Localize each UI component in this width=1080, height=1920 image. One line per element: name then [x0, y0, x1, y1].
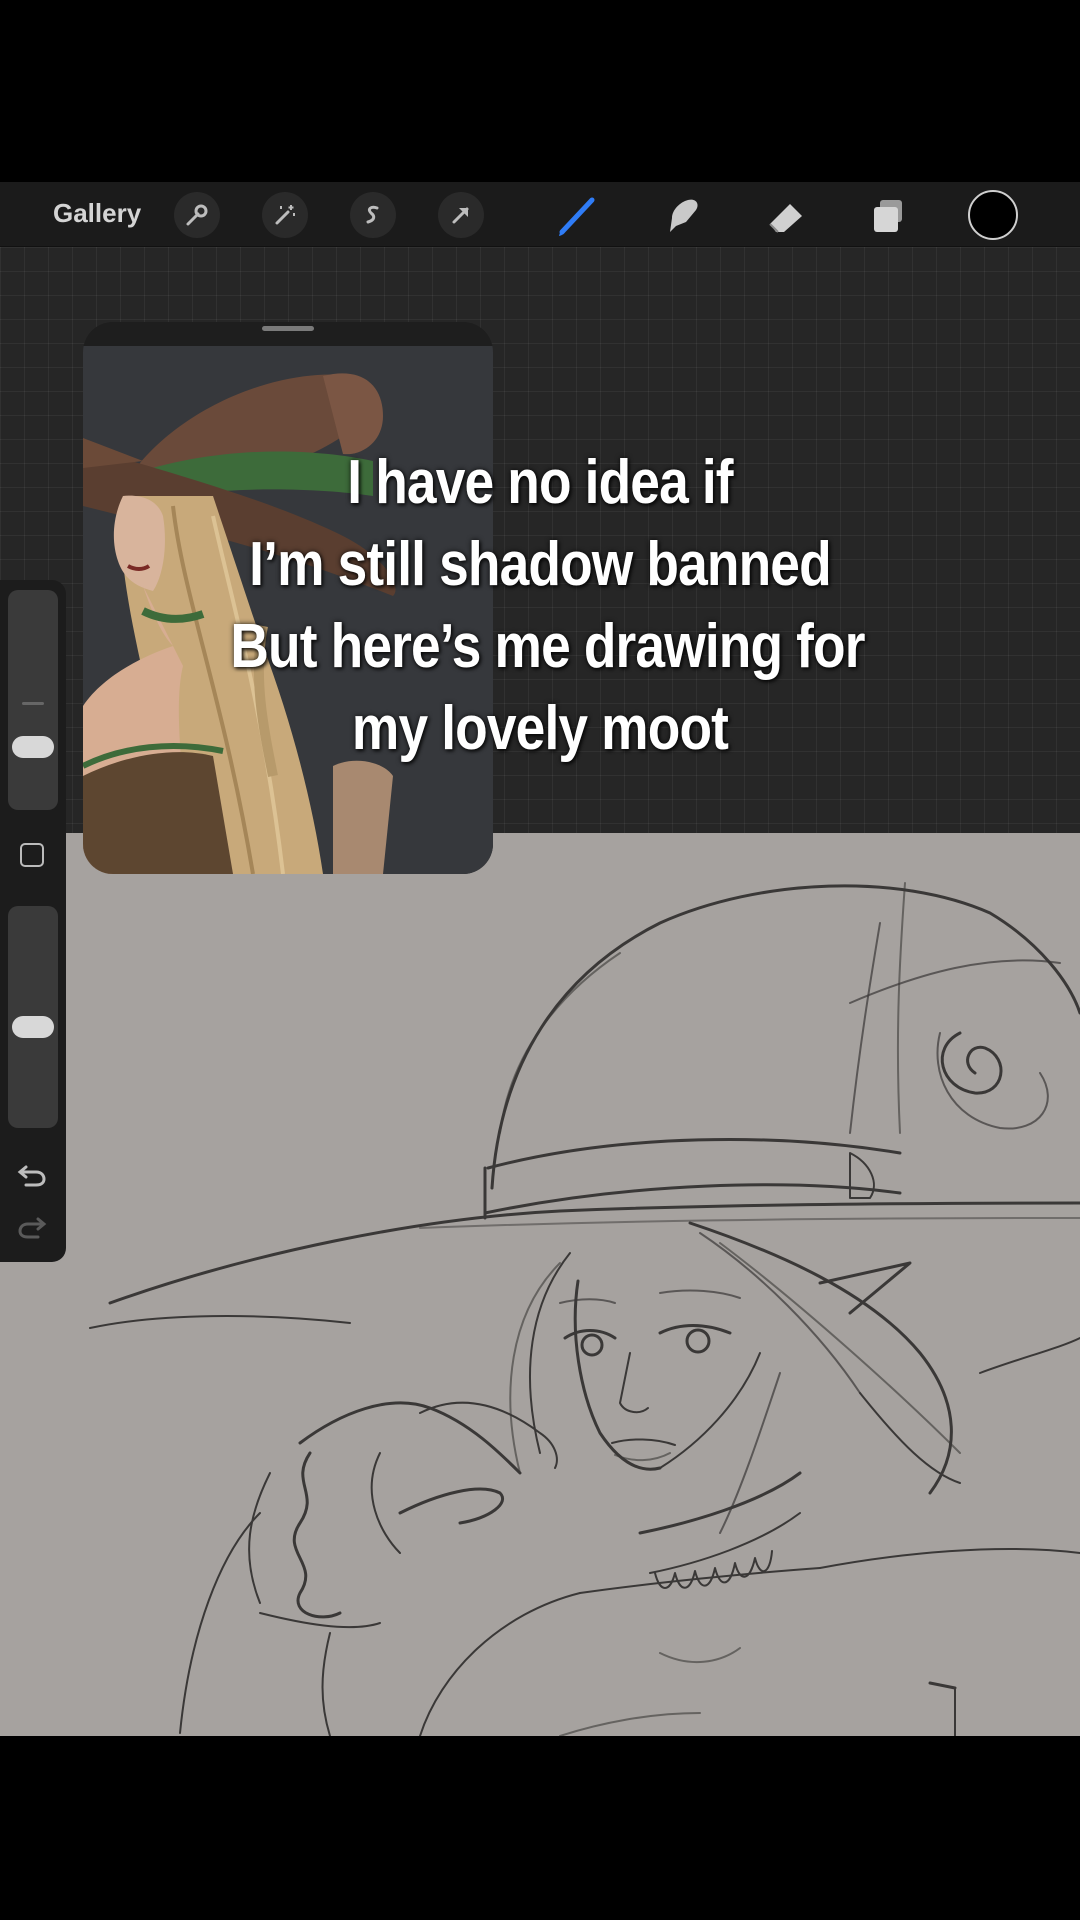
- adjustments-button[interactable]: [262, 192, 308, 238]
- letterbox-top: [0, 0, 1080, 182]
- undo-icon[interactable]: [16, 1158, 48, 1190]
- top-toolbar: Gallery: [0, 182, 1080, 247]
- video-caption: I have no idea if I’m still shadow banne…: [230, 442, 865, 770]
- opacity-slider[interactable]: [8, 906, 58, 1128]
- brush-size-thumb[interactable]: [12, 736, 54, 758]
- transform-button[interactable]: [438, 192, 484, 238]
- brush-tool-button[interactable]: [554, 192, 602, 240]
- reference-drag-handle[interactable]: [262, 326, 314, 331]
- caption-line-1: I have no idea if: [347, 448, 733, 517]
- modify-button[interactable]: [20, 843, 44, 867]
- layers-button[interactable]: [864, 192, 912, 240]
- caption-line-3: But here’s me drawing for: [230, 612, 865, 681]
- brush-icon: [559, 197, 595, 236]
- brush-size-slider[interactable]: [8, 590, 58, 810]
- smudge-tool-button[interactable]: [658, 192, 706, 240]
- color-swatch[interactable]: [968, 190, 1018, 240]
- caption-line-4: my lovely moot: [351, 694, 729, 763]
- layers-icon: [874, 200, 902, 232]
- brush-size-tick: [22, 702, 44, 705]
- smudge-icon: [670, 199, 698, 232]
- gallery-button[interactable]: Gallery: [53, 198, 141, 229]
- magic-wand-icon: [275, 205, 295, 225]
- selection-button[interactable]: [350, 192, 396, 238]
- eraser-icon: [769, 204, 802, 233]
- caption-line-2: I’m still shadow banned: [249, 530, 832, 599]
- transform-arrow-icon: [452, 207, 469, 224]
- eraser-tool-button[interactable]: [762, 192, 810, 240]
- actions-button[interactable]: [174, 192, 220, 238]
- left-sidebar: [0, 580, 66, 1262]
- redo-icon[interactable]: [16, 1210, 48, 1242]
- wrench-icon: [186, 204, 208, 226]
- witch-sketch: [89, 882, 1080, 1736]
- opacity-thumb[interactable]: [12, 1016, 54, 1038]
- selection-icon: [366, 205, 379, 224]
- letterbox-bottom: [0, 1736, 1080, 1920]
